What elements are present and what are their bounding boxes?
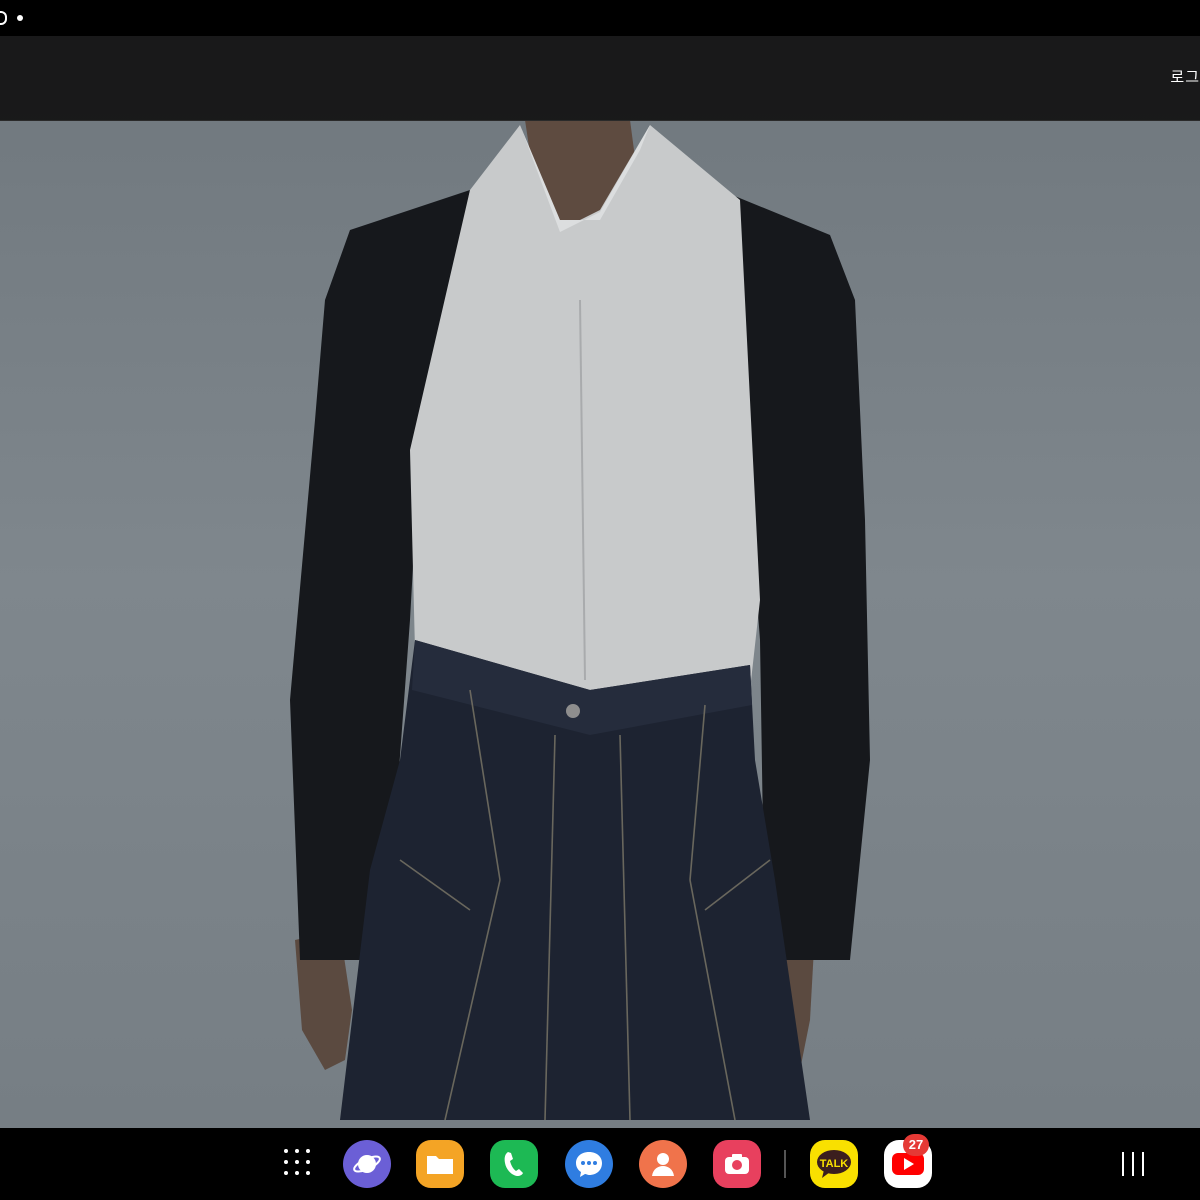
recent-apps-icon[interactable] — [1120, 1152, 1146, 1176]
notification-dot-icon — [17, 15, 23, 21]
phone-handset-icon — [504, 1152, 523, 1176]
chat-bubble-icon — [576, 1152, 602, 1177]
taskbar-divider — [784, 1150, 786, 1178]
site-header: 로그 — [0, 36, 1200, 121]
phone-app-icon[interactable] — [490, 1140, 538, 1188]
status-indicator-icon — [0, 11, 7, 25]
planet-icon — [353, 1155, 381, 1173]
files-app-icon[interactable] — [416, 1140, 464, 1188]
status-bar — [0, 0, 1200, 36]
folder-icon — [427, 1156, 453, 1174]
camera-icon — [725, 1154, 749, 1174]
kakaotalk-app-icon[interactable]: TALK — [810, 1140, 858, 1188]
product-photo — [0, 36, 1200, 1128]
internet-app-icon[interactable] — [343, 1140, 391, 1188]
login-link[interactable]: 로그 — [1170, 66, 1200, 87]
person-icon — [652, 1153, 674, 1176]
messages-app-icon[interactable] — [565, 1140, 613, 1188]
kakaotalk-label: TALK — [819, 1158, 849, 1170]
camera-app-icon[interactable] — [713, 1140, 761, 1188]
notification-badge: 27 — [903, 1134, 929, 1156]
app-drawer-icon[interactable] — [284, 1149, 312, 1177]
contacts-app-icon[interactable] — [639, 1140, 687, 1188]
